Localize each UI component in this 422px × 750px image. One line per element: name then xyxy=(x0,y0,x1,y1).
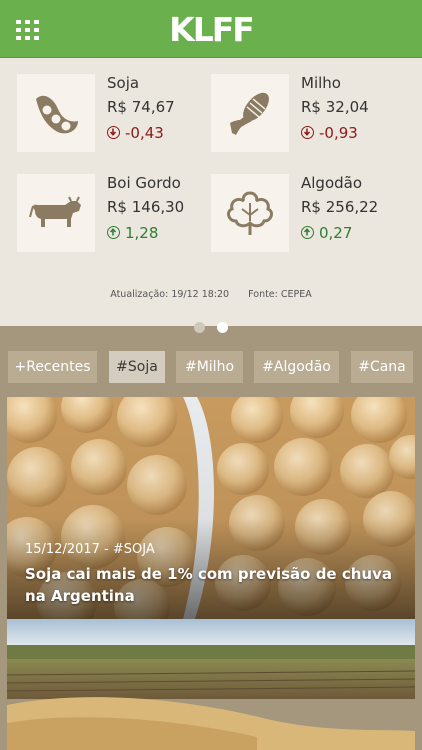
quote-card-soja[interactable]: Soja R$ 74,67 -0,43 xyxy=(17,74,222,154)
news-article-card-2[interactable] xyxy=(7,619,415,750)
quote-price: R$ 256,22 xyxy=(301,198,379,216)
quote-card-milho[interactable]: Milho R$ 32,04 -0,93 xyxy=(211,74,416,154)
quote-name: Boi Gordo xyxy=(107,174,181,192)
update-source: Fonte: CEPEA xyxy=(248,289,312,300)
quote-change: -0,93 xyxy=(301,124,358,142)
tag-cana[interactable]: #Cana xyxy=(351,351,413,383)
app-header: KLFF xyxy=(0,0,422,58)
quote-card-algodao[interactable]: Algodão R$ 256,22 0,27 xyxy=(211,174,416,254)
quotes-panel: Soja R$ 74,67 -0,43 Milho R$ 32,04 -0,93 xyxy=(0,58,422,326)
brand-logo[interactable]: KLFF xyxy=(0,10,422,49)
carousel-pagination xyxy=(0,318,422,337)
arrow-down-icon xyxy=(301,126,314,139)
quote-card-boi-gordo[interactable]: Boi Gordo R$ 146,30 1,28 xyxy=(17,174,222,254)
soy-pod-icon xyxy=(17,74,95,152)
arrow-up-icon xyxy=(301,226,314,239)
corn-icon xyxy=(211,74,289,152)
tag-algodao[interactable]: #Algodão xyxy=(254,351,339,383)
quote-name: Milho xyxy=(301,74,341,92)
update-timestamp: Atualização: 19/12 18:20 xyxy=(110,289,230,300)
cotton-icon xyxy=(211,174,289,252)
article-headline[interactable]: Soja cai mais de 1% com previsão de chuv… xyxy=(25,563,405,607)
tag-milho[interactable]: #Milho xyxy=(176,351,243,383)
article-meta: 15/12/2017 - #SOJA xyxy=(25,542,155,557)
quote-price: R$ 32,04 xyxy=(301,98,369,116)
quote-name: Algodão xyxy=(301,174,363,192)
quote-change: -0,43 xyxy=(107,124,164,142)
carousel-dot-2[interactable] xyxy=(217,322,228,333)
quote-price: R$ 146,30 xyxy=(107,198,185,216)
quote-price: R$ 74,67 xyxy=(107,98,175,116)
soybean-field-photo xyxy=(7,619,415,750)
cattle-icon xyxy=(17,174,95,252)
arrow-down-icon xyxy=(107,126,120,139)
carousel-dot-1[interactable] xyxy=(194,322,205,333)
tag-recentes[interactable]: +Recentes xyxy=(8,351,97,383)
update-info: Atualização: 19/12 18:20 Fonte: CEPEA xyxy=(0,289,422,300)
news-section: +Recentes #Soja #Milho #Algodão #Cana 15… xyxy=(0,322,422,750)
news-article-card[interactable]: 15/12/2017 - #SOJA Soja cai mais de 1% c… xyxy=(7,397,415,619)
arrow-up-icon xyxy=(107,226,120,239)
quote-name: Soja xyxy=(107,74,140,92)
quote-change: 0,27 xyxy=(301,224,352,242)
tag-soja[interactable]: #Soja xyxy=(109,351,165,383)
quote-change: 1,28 xyxy=(107,224,158,242)
